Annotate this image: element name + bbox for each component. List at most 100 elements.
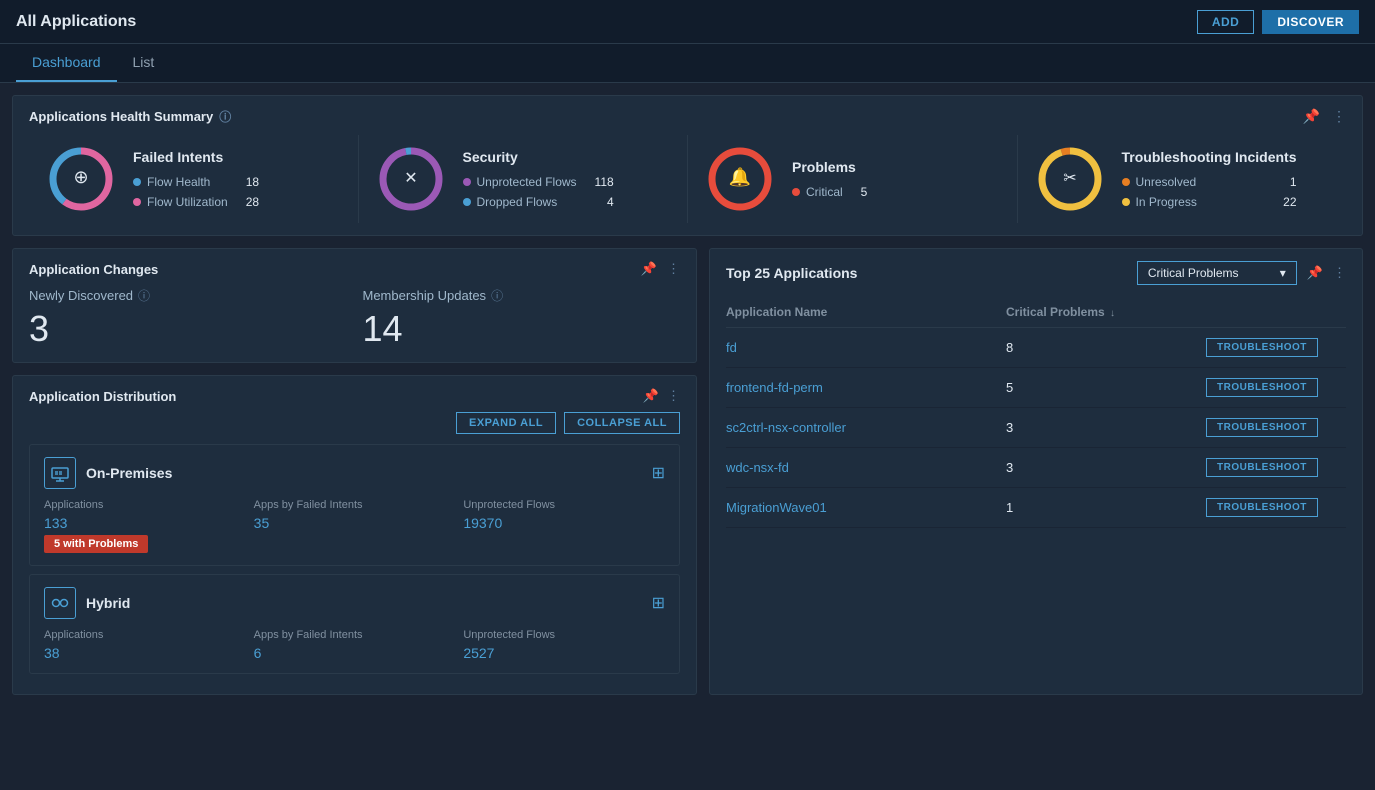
pin-icon-changes[interactable]: 📌 bbox=[641, 261, 657, 277]
info-icon: ⓘ bbox=[219, 108, 231, 125]
dist-button-row: EXPAND ALL COLLAPSE ALL bbox=[29, 412, 680, 434]
app-name-sc2ctrl[interactable]: sc2ctrl-nsx-controller bbox=[726, 420, 1006, 435]
more-icon[interactable]: ⋮ bbox=[1332, 108, 1346, 125]
legend-dot-dropped bbox=[463, 198, 471, 206]
more-icon-changes[interactable]: ⋮ bbox=[667, 261, 680, 277]
on-premises-problems-badge: 5 with Problems bbox=[44, 535, 148, 553]
table-row: sc2ctrl-nsx-controller 3 TROUBLESHOOT bbox=[726, 408, 1346, 448]
panel-failed-intents-title: Failed Intents bbox=[133, 149, 259, 165]
more-icon-dist[interactable]: ⋮ bbox=[667, 388, 680, 404]
app-changes-title: Application Changes bbox=[29, 262, 158, 277]
discover-button[interactable]: DISCOVER bbox=[1262, 10, 1359, 34]
newly-discovered-value: 3 bbox=[29, 308, 347, 350]
dist-section-on-premises-header: On-Premises ⊞ bbox=[44, 457, 665, 489]
table-row: wdc-nsx-fd 3 TROUBLESHOOT bbox=[726, 448, 1346, 488]
top25-card: Top 25 Applications Critical Problems ▾ … bbox=[709, 248, 1363, 695]
chevron-down-icon: ▾ bbox=[1280, 266, 1286, 280]
membership-updates-label: Membership Updates ⓘ bbox=[363, 287, 681, 304]
troubleshoot-btn-fd[interactable]: TROUBLESHOOT bbox=[1206, 338, 1318, 357]
legend-dot-flow-health bbox=[133, 178, 141, 186]
troubleshoot-btn-sc2ctrl[interactable]: TROUBLESHOOT bbox=[1206, 418, 1318, 437]
app-name-wdc[interactable]: wdc-nsx-fd bbox=[726, 460, 1006, 475]
panel-troubleshooting-title: Troubleshooting Incidents bbox=[1122, 149, 1297, 165]
collapse-all-button[interactable]: COLLAPSE ALL bbox=[564, 412, 680, 434]
more-icon-top25[interactable]: ⋮ bbox=[1333, 265, 1346, 281]
on-premises-unprotected-flows: Unprotected Flows 19370 bbox=[463, 499, 665, 553]
table-row: fd 8 TROUBLESHOOT bbox=[726, 328, 1346, 368]
donut-problems: 🔔 bbox=[704, 143, 776, 215]
hybrid-name: Hybrid bbox=[86, 595, 642, 611]
add-button[interactable]: ADD bbox=[1197, 10, 1255, 34]
panel-problems-title: Problems bbox=[792, 159, 867, 175]
troubleshoot-cell-migration: TROUBLESHOOT bbox=[1206, 498, 1346, 517]
pin-icon-dist[interactable]: 📌 bbox=[643, 388, 659, 404]
tab-list[interactable]: List bbox=[117, 44, 171, 82]
health-panels: ⊕ Failed Intents Flow Health 18 Flow Uti… bbox=[29, 135, 1346, 223]
top-bar: All Applications ADD DISCOVER bbox=[0, 0, 1375, 44]
legend-dropped-flows: Dropped Flows 4 bbox=[463, 195, 614, 209]
on-premises-apps-failed: Apps by Failed Intents 35 bbox=[254, 499, 456, 553]
health-summary-actions: 📌 ⋮ bbox=[1303, 108, 1346, 125]
membership-updates-panel: Membership Updates ⓘ 14 bbox=[363, 287, 681, 350]
troubleshoot-btn-wdc[interactable]: TROUBLESHOOT bbox=[1206, 458, 1318, 477]
critical-value-frontend: 5 bbox=[1006, 380, 1206, 395]
tab-dashboard[interactable]: Dashboard bbox=[16, 44, 117, 82]
tabs-bar: Dashboard List bbox=[0, 44, 1375, 83]
table-row: MigrationWave01 1 TROUBLESHOOT bbox=[726, 488, 1346, 528]
info-icon-newly: ⓘ bbox=[138, 287, 150, 304]
panel-troubleshooting-legend: Troubleshooting Incidents Unresolved 1 I… bbox=[1122, 149, 1297, 209]
pin-icon-top25[interactable]: 📌 bbox=[1307, 265, 1323, 281]
top25-controls: Critical Problems ▾ 📌 ⋮ bbox=[1137, 261, 1346, 285]
app-changes-actions: 📌 ⋮ bbox=[641, 261, 680, 277]
on-premises-expand-icon[interactable]: ⊞ bbox=[652, 463, 665, 483]
app-changes-card: Application Changes 📌 ⋮ Newly Discovered… bbox=[12, 248, 697, 363]
panel-troubleshooting: ✂ Troubleshooting Incidents Unresolved 1… bbox=[1018, 135, 1347, 223]
critical-value-migration: 1 bbox=[1006, 500, 1206, 515]
donut-failed-intents: ⊕ bbox=[45, 143, 117, 215]
troubleshoot-cell-wdc: TROUBLESHOOT bbox=[1206, 458, 1346, 477]
legend-flow-health: Flow Health 18 bbox=[133, 175, 259, 189]
col-critical-problems[interactable]: Critical Problems ↓ bbox=[1006, 305, 1206, 319]
troubleshoot-btn-frontend[interactable]: TROUBLESHOOT bbox=[1206, 378, 1318, 397]
membership-updates-value: 14 bbox=[363, 308, 681, 350]
panel-problems: 🔔 Problems Critical 5 bbox=[688, 135, 1018, 223]
panel-security-title: Security bbox=[463, 149, 614, 165]
app-name-frontend[interactable]: frontend-fd-perm bbox=[726, 380, 1006, 395]
top25-dropdown[interactable]: Critical Problems ▾ bbox=[1137, 261, 1297, 285]
troubleshoot-btn-migration[interactable]: TROUBLESHOOT bbox=[1206, 498, 1318, 517]
legend-dot-critical bbox=[792, 188, 800, 196]
legend-critical: Critical 5 bbox=[792, 185, 867, 199]
troubleshoot-cell-fd: TROUBLESHOOT bbox=[1206, 338, 1346, 357]
dist-section-hybrid: Hybrid ⊞ Applications 38 Apps by Failed … bbox=[29, 574, 680, 674]
on-premises-name: On-Premises bbox=[86, 465, 642, 481]
panel-security-legend: Security Unprotected Flows 118 Dropped F… bbox=[463, 149, 614, 209]
health-summary-header: Applications Health Summary ⓘ 📌 ⋮ bbox=[29, 108, 1346, 125]
app-name-migration[interactable]: MigrationWave01 bbox=[726, 500, 1006, 515]
top25-title: Top 25 Applications bbox=[726, 265, 857, 281]
page-title: All Applications bbox=[16, 13, 136, 31]
hybrid-metrics: Applications 38 Apps by Failed Intents 6… bbox=[44, 629, 665, 661]
svg-text:✂: ✂ bbox=[1063, 170, 1076, 187]
left-col: Application Changes 📌 ⋮ Newly Discovered… bbox=[12, 248, 697, 695]
main-content: Applications Health Summary ⓘ 📌 ⋮ bbox=[0, 83, 1375, 707]
critical-value-fd: 8 bbox=[1006, 340, 1206, 355]
expand-all-button[interactable]: EXPAND ALL bbox=[456, 412, 556, 434]
pin-icon[interactable]: 📌 bbox=[1303, 108, 1320, 125]
legend-dot-unresolved bbox=[1122, 178, 1130, 186]
table-header: Application Name Critical Problems ↓ bbox=[726, 297, 1346, 328]
top25-dropdown-value: Critical Problems bbox=[1148, 266, 1239, 280]
app-name-fd[interactable]: fd bbox=[726, 340, 1006, 355]
hybrid-expand-icon[interactable]: ⊞ bbox=[652, 593, 665, 613]
hybrid-unprotected-flows: Unprotected Flows 2527 bbox=[463, 629, 665, 661]
donut-security: ✕ bbox=[375, 143, 447, 215]
svg-text:🔔: 🔔 bbox=[729, 167, 751, 187]
dist-actions: 📌 ⋮ bbox=[643, 388, 680, 404]
dist-title: Application Distribution bbox=[29, 389, 176, 404]
bottom-row: Application Changes 📌 ⋮ Newly Discovered… bbox=[12, 248, 1363, 695]
health-summary-title: Applications Health Summary ⓘ bbox=[29, 108, 231, 125]
on-premises-applications: Applications 133 5 with Problems bbox=[44, 499, 246, 553]
dist-section-on-premises: On-Premises ⊞ Applications 133 5 with Pr… bbox=[29, 444, 680, 566]
panel-security: ✕ Security Unprotected Flows 118 Dropped… bbox=[359, 135, 689, 223]
dist-section-hybrid-header: Hybrid ⊞ bbox=[44, 587, 665, 619]
col-app-name: Application Name bbox=[726, 305, 1006, 319]
